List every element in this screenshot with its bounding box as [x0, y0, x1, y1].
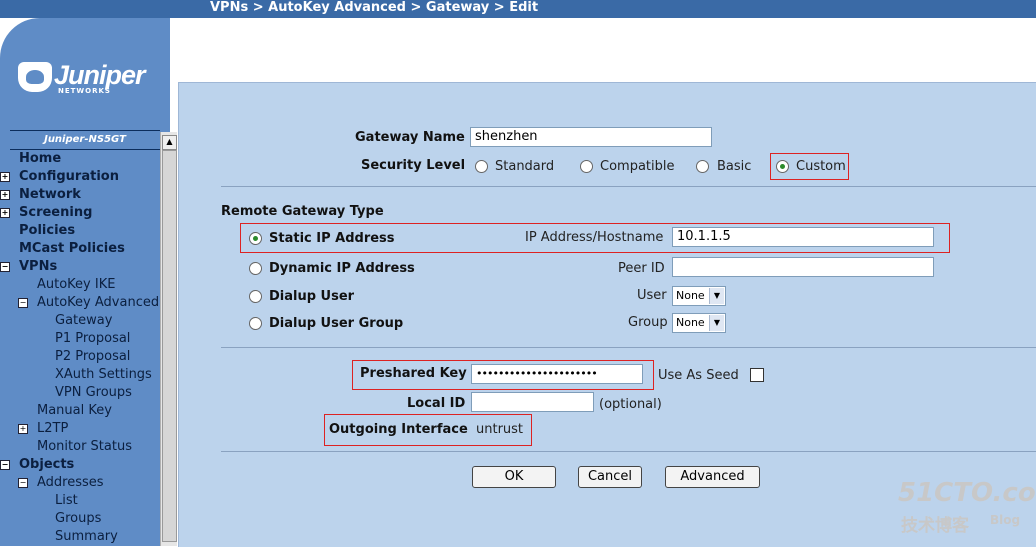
static-ip-radio[interactable] [249, 232, 262, 245]
top-bar: VPNs > AutoKey Advanced > Gateway > Edit [0, 0, 1036, 18]
scroll-thumb[interactable] [162, 150, 177, 542]
gateway-edit-form: Gateway Name shenzhen Security Level Sta… [178, 82, 1036, 547]
gateway-name-label: Gateway Name [355, 130, 465, 145]
dialup-group-radio[interactable] [249, 317, 262, 330]
compatible-label: Compatible [600, 159, 675, 174]
outgoing-interface-label: Outgoing Interface [329, 422, 468, 437]
custom-radio[interactable] [776, 160, 789, 173]
dialup-group-label: Dialup User Group [269, 316, 404, 331]
nav-autokey-advanced[interactable]: − AutoKey Advanced [0, 294, 160, 312]
divider [221, 347, 1036, 348]
use-as-seed-label: Use As Seed [658, 368, 739, 383]
dialup-user-label: Dialup User [269, 289, 355, 304]
nav-monitor-status[interactable]: Monitor Status [0, 438, 160, 456]
collapse-icon[interactable]: − [18, 298, 28, 308]
nav-home[interactable]: Home [0, 150, 160, 168]
nav-scrollbar[interactable]: ▲ [160, 132, 177, 546]
expand-icon[interactable]: + [0, 172, 10, 182]
nav-p1-proposal[interactable]: P1 Proposal [0, 330, 160, 348]
nav-xauth-settings[interactable]: XAuth Settings [0, 366, 160, 384]
local-id-label: Local ID [407, 396, 466, 411]
nav-l2tp[interactable]: + L2TP [0, 420, 160, 438]
collapse-icon[interactable]: − [0, 460, 10, 470]
use-as-seed-checkbox[interactable] [750, 368, 764, 382]
nav-objects[interactable]: − Objects [0, 456, 160, 474]
preshared-key-label: Preshared Key [360, 366, 467, 381]
static-ip-label: Static IP Address [269, 231, 395, 246]
nav-gateway[interactable]: Gateway [0, 312, 160, 330]
divider [221, 451, 1036, 452]
nav-addresses[interactable]: − Addresses [0, 474, 160, 492]
nav-manual-key[interactable]: Manual Key [0, 402, 160, 420]
collapse-icon[interactable]: − [0, 262, 10, 272]
scroll-up-icon[interactable]: ▲ [162, 135, 177, 150]
peer-id-label: Peer ID [618, 261, 665, 276]
peer-id-input[interactable] [672, 257, 934, 277]
gateway-name-input[interactable]: shenzhen [470, 127, 712, 147]
dialup-user-radio[interactable] [249, 290, 262, 303]
standard-label: Standard [495, 159, 555, 174]
preshared-key-input[interactable]: •••••••••••••••••••••• [471, 364, 643, 384]
breadcrumb: VPNs > AutoKey Advanced > Gateway > Edit [210, 0, 539, 15]
watermark-site: 51CTO.com [898, 478, 1036, 508]
group-select[interactable]: None ▼ [672, 313, 726, 333]
dynamic-ip-radio[interactable] [249, 262, 262, 275]
ip-host-label: IP Address/Hostname [525, 230, 664, 245]
expand-icon[interactable]: + [18, 424, 28, 434]
nav-vpn-groups[interactable]: VPN Groups [0, 384, 160, 402]
basic-radio[interactable] [696, 160, 709, 173]
user-select-value: None [676, 289, 705, 302]
nav-list[interactable]: List [0, 492, 160, 510]
logo-sub: NETWORKS [58, 87, 111, 95]
optional-hint: (optional) [599, 397, 662, 412]
advanced-button[interactable]: Advanced [665, 466, 760, 488]
dropdown-arrow-icon[interactable]: ▼ [709, 288, 724, 304]
nav-groups[interactable]: Groups [0, 510, 160, 528]
nav-configuration[interactable]: + Configuration [0, 168, 160, 186]
dropdown-arrow-icon[interactable]: ▼ [709, 315, 724, 331]
ip-host-input[interactable]: 10.1.1.5 [672, 227, 934, 247]
nav-autokey-ike[interactable]: AutoKey IKE [0, 276, 160, 294]
remote-gateway-type-label: Remote Gateway Type [221, 204, 384, 219]
local-id-input[interactable] [471, 392, 594, 412]
nav-mcast-policies[interactable]: MCast Policies [0, 240, 160, 258]
nav-screening[interactable]: + Screening [0, 204, 160, 222]
ok-button[interactable]: OK [472, 466, 556, 488]
divider [221, 186, 1036, 187]
juniper-logo-icon [18, 62, 52, 92]
user-label: User [637, 288, 667, 303]
custom-label: Custom [796, 159, 846, 174]
outgoing-interface-value: untrust [476, 422, 524, 437]
nav-summary[interactable]: Summary [0, 528, 160, 546]
group-label: Group [628, 315, 668, 330]
juniper-logo: Juniper NETWORKS [18, 60, 158, 100]
standard-radio[interactable] [475, 160, 488, 173]
security-level-label: Security Level [361, 158, 466, 173]
dynamic-ip-label: Dynamic IP Address [269, 261, 415, 276]
nav-policies[interactable]: Policies [0, 222, 160, 240]
compatible-radio[interactable] [580, 160, 593, 173]
user-select[interactable]: None ▼ [672, 286, 726, 306]
watermark-cn: 技术博客 [901, 516, 969, 536]
nav-vpns[interactable]: − VPNs [0, 258, 160, 276]
collapse-icon[interactable]: − [18, 478, 28, 488]
nav-network[interactable]: + Network [0, 186, 160, 204]
nav-p2-proposal[interactable]: P2 Proposal [0, 348, 160, 366]
watermark-blog: Blog [990, 513, 1021, 527]
nav-tree: Home + Configuration + Network + Screening … [0, 132, 160, 546]
expand-icon[interactable]: + [0, 208, 10, 218]
group-select-value: None [676, 316, 705, 329]
cancel-button[interactable]: Cancel [578, 466, 642, 488]
basic-label: Basic [717, 159, 752, 174]
expand-icon[interactable]: + [0, 190, 10, 200]
